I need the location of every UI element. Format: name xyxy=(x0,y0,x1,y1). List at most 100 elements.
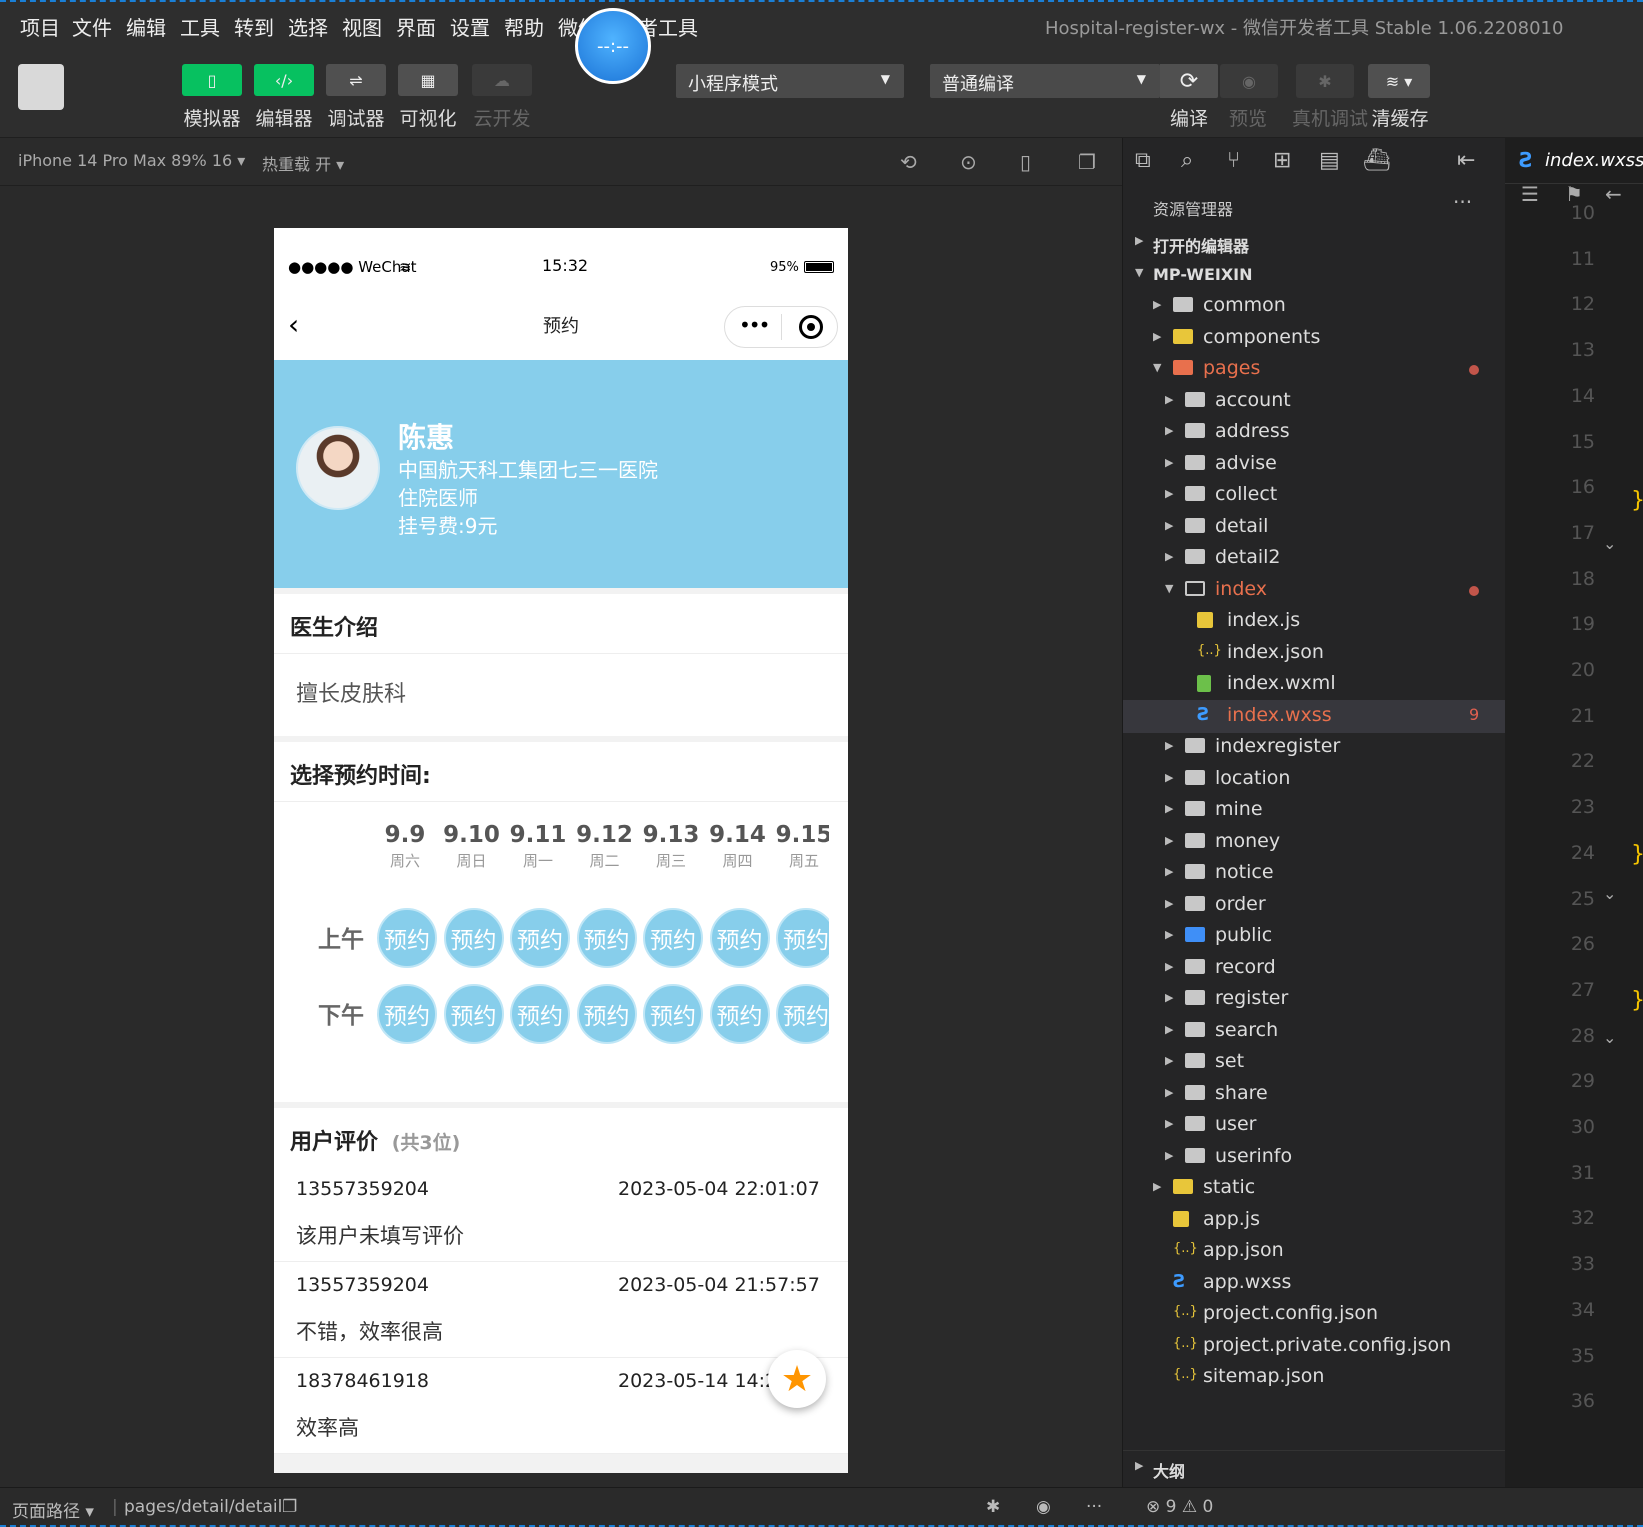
eye-icon[interactable]: ◉ xyxy=(1036,1497,1051,1517)
am-slot-button[interactable]: 预约 xyxy=(510,908,570,968)
pm-slot-button[interactable]: 预约 xyxy=(576,984,637,1044)
menu-item[interactable]: 编辑 xyxy=(126,12,166,41)
tree-item[interactable]: ▶ components xyxy=(1123,322,1506,355)
device-icon[interactable]: ▯ xyxy=(1020,150,1031,174)
open-editors-section[interactable]: ▶ 打开的编辑器 xyxy=(1123,226,1506,259)
tree-item[interactable]: ▶ order xyxy=(1123,889,1506,922)
tree-item[interactable]: ▶ account xyxy=(1123,385,1506,418)
avatar[interactable] xyxy=(18,64,64,110)
hot-reload-toggle[interactable]: 热重载 开 ▾ xyxy=(262,151,344,175)
am-slot-button[interactable]: 预约 xyxy=(576,908,637,968)
fold-chevron-icon[interactable]: ⌄ xyxy=(1603,1028,1616,1047)
am-slot-button[interactable]: 预约 xyxy=(709,908,770,968)
editor-tab[interactable]: Ƨ index.wxss xyxy=(1505,138,1643,184)
more-actions-icon[interactable]: ··· xyxy=(1453,190,1472,214)
pm-slot-button[interactable]: 预约 xyxy=(443,984,504,1044)
tree-item[interactable]: ▶ common xyxy=(1123,290,1506,323)
menu-item[interactable]: 界面 xyxy=(396,12,436,41)
favorite-button[interactable]: ★ xyxy=(768,1350,826,1408)
tree-item[interactable]: ▶ location xyxy=(1123,763,1506,796)
more-icon[interactable]: ••• xyxy=(739,313,770,337)
editor-button[interactable]: ‹/› xyxy=(254,64,314,96)
pm-slot-button[interactable]: 预约 xyxy=(643,984,703,1044)
tree-item[interactable]: ▶ indexregister xyxy=(1123,731,1506,764)
tree-item[interactable]: ▼ index xyxy=(1123,574,1506,607)
am-slot-button[interactable]: 预约 xyxy=(377,908,437,968)
tree-item[interactable]: ▶ register xyxy=(1123,983,1506,1016)
cloud-button[interactable]: ☁ xyxy=(472,64,532,96)
stop-icon[interactable]: ⊙ xyxy=(960,150,977,174)
menu-item[interactable]: 选择 xyxy=(288,12,328,41)
tree-item[interactable]: ▶ collect xyxy=(1123,479,1506,512)
tree-item[interactable]: ▶ search xyxy=(1123,1015,1506,1048)
debugger-button[interactable]: ⇌ xyxy=(326,64,386,96)
tree-item[interactable]: ▶ user xyxy=(1123,1109,1506,1142)
tree-item[interactable]: {..} app.json xyxy=(1123,1235,1506,1268)
menu-item[interactable]: 视图 xyxy=(342,12,382,41)
mode-select[interactable]: 小程序模式 ▼ xyxy=(676,64,904,98)
project-section[interactable]: ▼ MP-WEIXIN xyxy=(1123,258,1506,291)
menu-item[interactable]: 转到 xyxy=(234,12,274,41)
error-count[interactable]: ⊗ 9 ⚠ 0 xyxy=(1146,1497,1213,1517)
tree-item[interactable]: ▶ share xyxy=(1123,1078,1506,1111)
tree-item[interactable]: ▶ advise xyxy=(1123,448,1506,481)
source-control-icon[interactable]: ⑂ xyxy=(1227,148,1240,173)
tree-item[interactable]: Ƨapp.wxss xyxy=(1123,1267,1506,1300)
extensions-icon[interactable]: ⊞ xyxy=(1273,148,1291,173)
tree-item[interactable]: ▶ set xyxy=(1123,1046,1506,1079)
close-miniprogram-icon[interactable] xyxy=(799,315,823,339)
menu-item[interactable]: 文件 xyxy=(72,12,112,41)
fold-chevron-icon[interactable]: ⌄ xyxy=(1603,884,1616,903)
back-arrow-icon[interactable]: ← xyxy=(1605,182,1622,206)
popout-icon[interactable]: ❐ xyxy=(1078,150,1096,174)
tree-item[interactable]: ▶ detail xyxy=(1123,511,1506,544)
outline-section[interactable]: ▶ 大纲 xyxy=(1123,1450,1506,1483)
rotate-icon[interactable]: ⟲ xyxy=(900,150,917,174)
more-icon[interactable]: ··· xyxy=(1086,1497,1102,1517)
tree-item[interactable]: ▶ record xyxy=(1123,952,1506,985)
tree-item[interactable]: {..} project.private.config.json xyxy=(1123,1330,1506,1363)
tree-item[interactable]: {..} sitemap.json xyxy=(1123,1361,1506,1394)
menu-item[interactable]: 帮助 xyxy=(504,12,544,41)
preview-button[interactable]: ◉ xyxy=(1220,64,1278,98)
real-debug-button[interactable]: ✱ xyxy=(1296,64,1354,98)
fold-chevron-icon[interactable]: ⌄ xyxy=(1603,534,1616,553)
tree-item[interactable]: index.wxml xyxy=(1123,668,1506,701)
menu-item[interactable]: 工具 xyxy=(180,12,220,41)
search-icon[interactable]: ⌕ xyxy=(1181,148,1193,173)
page-path-toggle[interactable]: 页面路径 ▾ xyxy=(12,1497,94,1522)
visualize-button[interactable]: ▦ xyxy=(398,64,458,96)
pm-slot-button[interactable]: 预约 xyxy=(776,984,829,1044)
files-icon[interactable]: ⧉ xyxy=(1135,148,1151,173)
copy-icon[interactable]: ❐ xyxy=(282,1497,297,1517)
am-slot-button[interactable]: 预约 xyxy=(776,908,829,968)
bug-icon[interactable]: ✱ xyxy=(986,1497,1000,1517)
tree-item[interactable]: {..} project.config.json xyxy=(1123,1298,1506,1331)
menu-item[interactable]: 项目 xyxy=(20,12,60,41)
tree-item[interactable]: ▶ public xyxy=(1123,920,1506,953)
simulator-button[interactable]: ▯ xyxy=(182,64,242,96)
tree-item[interactable]: ▼ pages xyxy=(1123,353,1506,386)
pm-slot-button[interactable]: 预约 xyxy=(377,984,437,1044)
tree-item[interactable]: index.js xyxy=(1123,605,1506,638)
menu-item[interactable]: 设置 xyxy=(450,12,490,41)
docker-icon[interactable]: ⛴ xyxy=(1363,148,1391,173)
storage-icon[interactable]: ▤ xyxy=(1319,148,1340,173)
am-slot-button[interactable]: 预约 xyxy=(643,908,703,968)
clear-cache-button[interactable]: ≋ ▾ xyxy=(1368,64,1430,98)
tree-item[interactable]: ▶ userinfo xyxy=(1123,1141,1506,1174)
device-select[interactable]: iPhone 14 Pro Max 89% 16 ▾ xyxy=(18,151,245,170)
pm-slot-button[interactable]: 预约 xyxy=(709,984,770,1044)
am-slot-button[interactable]: 预约 xyxy=(443,908,504,968)
tree-item[interactable]: ▶ static xyxy=(1123,1172,1506,1205)
compile-select[interactable]: 普通编译 ▼ xyxy=(930,64,1160,98)
tree-item[interactable]: app.js xyxy=(1123,1204,1506,1237)
tree-item[interactable]: ▶ money xyxy=(1123,826,1506,859)
tree-item[interactable]: {..} index.json xyxy=(1123,637,1506,670)
tree-item[interactable]: ▶ mine xyxy=(1123,794,1506,827)
tree-item[interactable]: ▶ address xyxy=(1123,416,1506,449)
clock-badge[interactable]: --:-- xyxy=(575,8,651,84)
tree-item[interactable]: ▶ detail2 xyxy=(1123,542,1506,575)
compile-button[interactable]: ⟳ xyxy=(1160,64,1218,98)
tree-item[interactable]: Ƨindex.wxss 9 xyxy=(1123,699,1506,733)
